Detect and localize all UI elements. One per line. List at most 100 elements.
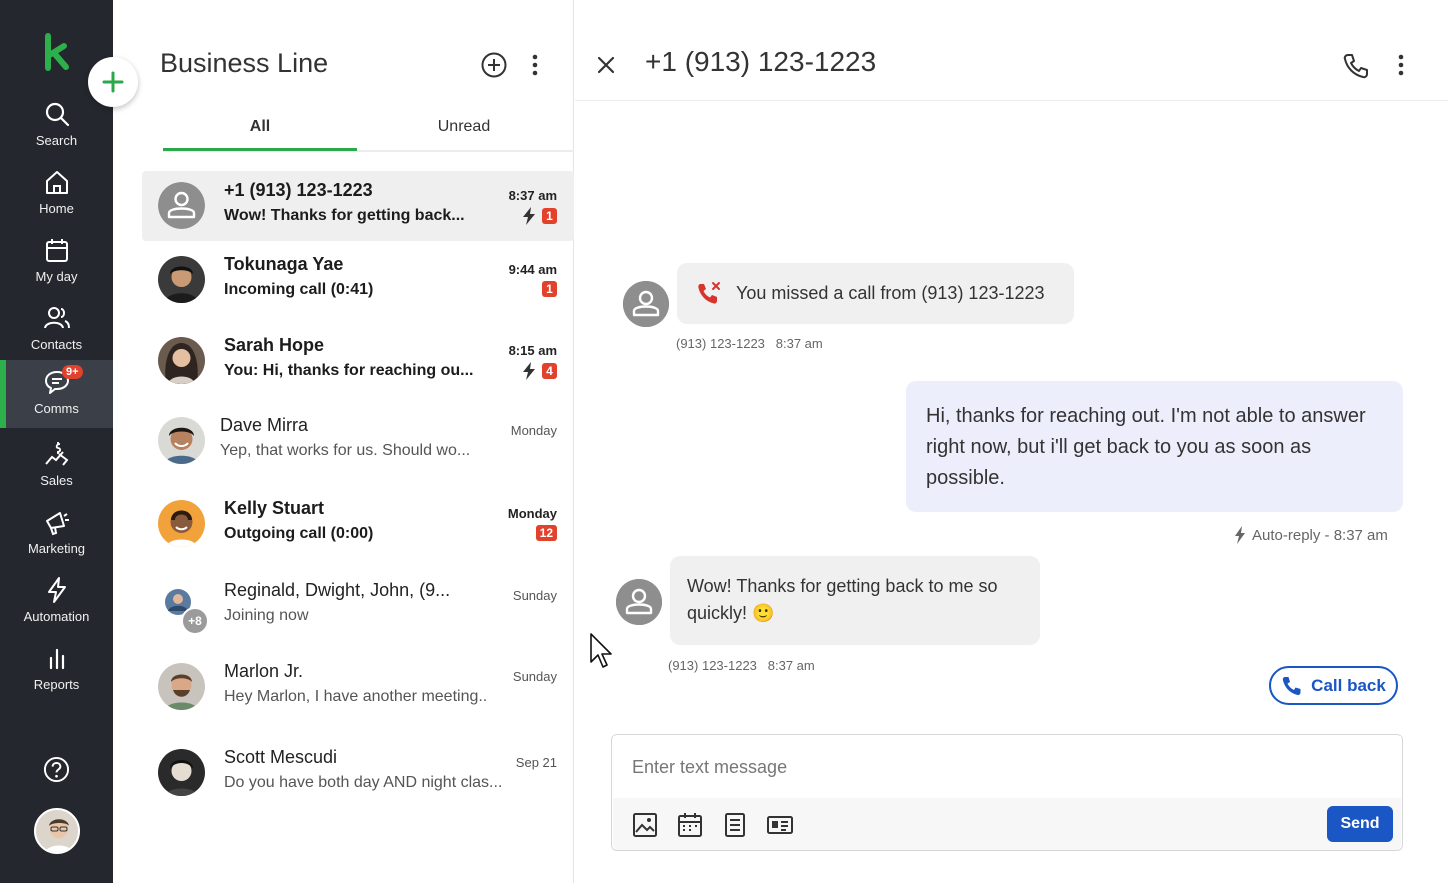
avatar (158, 256, 205, 303)
phone-icon[interactable] (1342, 52, 1370, 80)
user-avatar[interactable] (34, 808, 80, 854)
add-circle-icon[interactable] (480, 51, 508, 79)
calendar-icon (45, 239, 68, 262)
sales-icon (44, 442, 68, 466)
nav-label: Search (35, 133, 78, 148)
avatar (158, 663, 205, 710)
more-vertical-icon[interactable] (1390, 52, 1412, 78)
conversation-list-pane: Business Line All Unread +1 (913) 123-12… (113, 0, 574, 883)
auto-reply-bubble: Hi, thanks for reaching out. I'm not abl… (906, 381, 1403, 512)
message-preview: Hey Marlon, I have another meeting.. (224, 688, 488, 705)
tab-unread[interactable]: Unread (367, 118, 561, 136)
nav-item-sales[interactable]: Sales (0, 432, 113, 500)
nav-item-search[interactable]: Search (0, 92, 113, 160)
timestamp: Monday (507, 506, 557, 521)
page-title: Business Line (160, 48, 329, 78)
document-icon[interactable] (722, 812, 748, 838)
contact-name: Tokunaga Yae (224, 254, 344, 274)
avatar (158, 417, 205, 464)
left-nav: Search Home My day Contacts 9+ Comms Sal… (0, 0, 113, 883)
message-preview: Incoming call (0:41) (224, 281, 374, 298)
nav-item-home[interactable]: Home (0, 160, 113, 228)
badges: 1 (522, 207, 557, 225)
person-placeholder-icon (158, 182, 205, 229)
timestamp: 8:15 am (508, 343, 557, 358)
auto-reply-text: Hi, thanks for reaching out. I'm not abl… (926, 405, 1366, 489)
nav-item-comms[interactable]: 9+ Comms (0, 360, 113, 428)
incoming-message-text: Wow! Thanks for getting back to me so qu… (687, 576, 998, 623)
calendar-icon[interactable] (677, 812, 703, 838)
list-item[interactable]: Scott Mescudi Do you have both day AND n… (142, 738, 574, 808)
list-item[interactable]: Kelly Stuart Outgoing call (0:00) Monday… (142, 489, 574, 559)
comms-unread-badge: 9+ (62, 365, 83, 379)
nav-label: Sales (40, 473, 73, 488)
home-icon (45, 171, 68, 194)
conversation-tabs: All Unread (163, 108, 574, 152)
nav-item-marketing[interactable]: Marketing (0, 500, 113, 568)
list-item[interactable]: +1 (913) 123-1223 Wow! Thanks for gettin… (142, 171, 574, 241)
brand-logo-icon[interactable] (40, 32, 74, 72)
contact-photo-icon (158, 337, 205, 384)
image-icon[interactable] (632, 812, 658, 838)
contact-card-icon[interactable] (767, 812, 793, 838)
avatar (158, 500, 205, 547)
message-meta: (913) 123-1223 8:37 am (668, 658, 815, 673)
list-item[interactable]: Dave Mirra Yep, that works for us. Shoul… (142, 406, 574, 476)
auto-reply-meta: Auto-reply - 8:37 am (1234, 526, 1388, 544)
unread-count-badge: 4 (542, 363, 557, 379)
list-item[interactable]: Tokunaga Yae Incoming call (0:41) 9:44 a… (142, 245, 574, 315)
nav-label: Comms (34, 401, 79, 416)
missed-call-bubble: You missed a call from (913) 123-1223 (677, 263, 1074, 324)
nav-label: My day (35, 269, 78, 284)
contact-name: Dave Mirra (220, 415, 309, 435)
conversation-title: +1 (913) 123-1223 (645, 46, 877, 77)
lightning-icon (47, 577, 66, 603)
sender-number: (913) 123-1223 (676, 336, 765, 351)
group-extra-count: +8 (181, 607, 209, 635)
contacts-icon (43, 307, 70, 329)
group-avatar: +8 (158, 582, 209, 635)
nav-label: Contacts (30, 337, 83, 352)
timestamp: Sunday (512, 588, 557, 603)
lightning-icon (523, 207, 535, 225)
avatar (158, 337, 205, 384)
list-item[interactable]: +8 Reginald, Dwight, John, (9... Joining… (142, 571, 574, 641)
call-back-label: Call back (1311, 675, 1386, 695)
phone-icon (1283, 676, 1301, 695)
incoming-message-bubble: Wow! Thanks for getting back to me so qu… (670, 556, 1040, 645)
nav-item-contacts[interactable]: Contacts (0, 296, 113, 364)
nav-item-automation[interactable]: Automation (0, 568, 113, 636)
list-item[interactable]: Marlon Jr. Hey Marlon, I have another me… (142, 652, 574, 722)
nav-label: Automation (23, 609, 90, 624)
contact-name: Sarah Hope (224, 335, 325, 355)
message-time: 8:37 am (767, 658, 815, 673)
sender-number: (913) 123-1223 (668, 658, 757, 673)
contact-photo-icon (158, 663, 205, 710)
message-preview: You: Hi, thanks for reaching ou... (224, 362, 474, 379)
composer-toolbar: Send (613, 798, 1401, 850)
help-icon[interactable] (43, 756, 70, 783)
person-placeholder-icon (616, 579, 662, 625)
unread-count-badge: 1 (542, 281, 557, 297)
list-item[interactable]: Sarah Hope You: Hi, thanks for reaching … (142, 326, 574, 396)
missed-call-text: You missed a call from (913) 123-1223 (736, 283, 1045, 303)
contact-photo-icon (158, 417, 205, 464)
message-meta: (913) 123-1223 8:37 am (676, 336, 823, 351)
contact-name: +1 (913) 123-1223 (224, 180, 373, 200)
nav-item-my-day[interactable]: My day (0, 228, 113, 296)
close-icon[interactable] (595, 54, 617, 76)
badges: 12 (535, 525, 557, 541)
megaphone-icon (45, 512, 69, 536)
avatar (158, 749, 205, 796)
contact-name: Reginald, Dwight, John, (9... (224, 580, 451, 600)
avatar (158, 182, 205, 229)
contact-photo-icon (158, 749, 205, 796)
nav-item-reports[interactable]: Reports (0, 636, 113, 704)
send-button[interactable]: Send (1327, 806, 1393, 842)
more-vertical-icon[interactable] (524, 52, 546, 78)
tab-all[interactable]: All (163, 118, 357, 136)
unread-count-badge: 12 (535, 525, 557, 541)
message-input[interactable] (613, 736, 1401, 798)
call-back-button[interactable]: Call back (1269, 666, 1398, 705)
lightning-icon (523, 362, 535, 380)
